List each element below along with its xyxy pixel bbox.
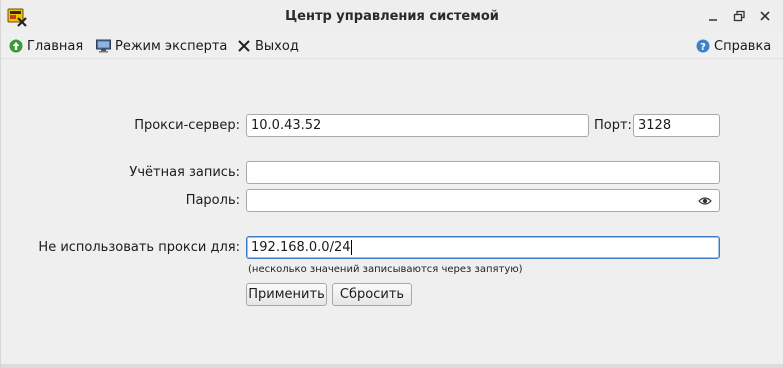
minimize-button[interactable]	[705, 8, 721, 24]
no-proxy-label: Не использовать прокси для:	[38, 240, 240, 255]
svg-text:?: ?	[700, 42, 706, 53]
menu-item-expert-mode[interactable]: Режим эксперта	[96, 37, 227, 55]
menu-home-label: Главная	[27, 38, 84, 54]
password-input[interactable]	[246, 189, 720, 212]
menu-item-help[interactable]: ? Справка	[696, 37, 771, 55]
menu-exit-label: Выход	[255, 38, 299, 54]
proxy-server-label: Прокси-сервер:	[134, 118, 240, 133]
proxy-server-input[interactable]: 10.0.43.52	[246, 114, 589, 137]
menu-separator	[1, 58, 783, 59]
eye-icon[interactable]	[698, 194, 712, 208]
window-title: Центр управления системой	[285, 9, 499, 24]
no-proxy-hint: (несколько значений записываются через з…	[248, 264, 523, 275]
menu-bar: Главная Режим эксперта Выход ? Справка	[1, 34, 783, 58]
window-bottom-edge	[1, 364, 783, 368]
apply-button[interactable]: Применить	[246, 283, 327, 306]
reset-button[interactable]: Сбросить	[332, 283, 412, 306]
text-caret	[350, 240, 352, 255]
menu-item-exit[interactable]: Выход	[237, 37, 299, 55]
title-bar[interactable]: Центр управления системой	[1, 0, 783, 34]
account-label: Учётная запись:	[129, 165, 240, 180]
menu-item-home[interactable]: Главная	[9, 37, 83, 55]
no-proxy-input[interactable]: 192.168.0.0/24	[246, 236, 720, 259]
close-button[interactable]	[757, 8, 773, 24]
help-icon: ?	[696, 39, 710, 53]
no-proxy-value: 192.168.0.0/24	[251, 240, 351, 255]
home-arrow-icon	[9, 39, 23, 53]
menu-help-label: Справка	[714, 38, 772, 54]
maximize-button[interactable]	[731, 8, 747, 24]
monitor-icon	[96, 39, 111, 53]
port-input[interactable]: 3128	[633, 114, 720, 137]
close-x-icon	[237, 39, 251, 53]
port-label: Порт:	[594, 118, 632, 133]
password-label: Пароль:	[185, 193, 240, 208]
menu-expert-label: Режим эксперта	[115, 38, 228, 54]
window: Центр управления системой Главная Режим …	[0, 0, 784, 368]
account-input[interactable]	[246, 161, 720, 184]
